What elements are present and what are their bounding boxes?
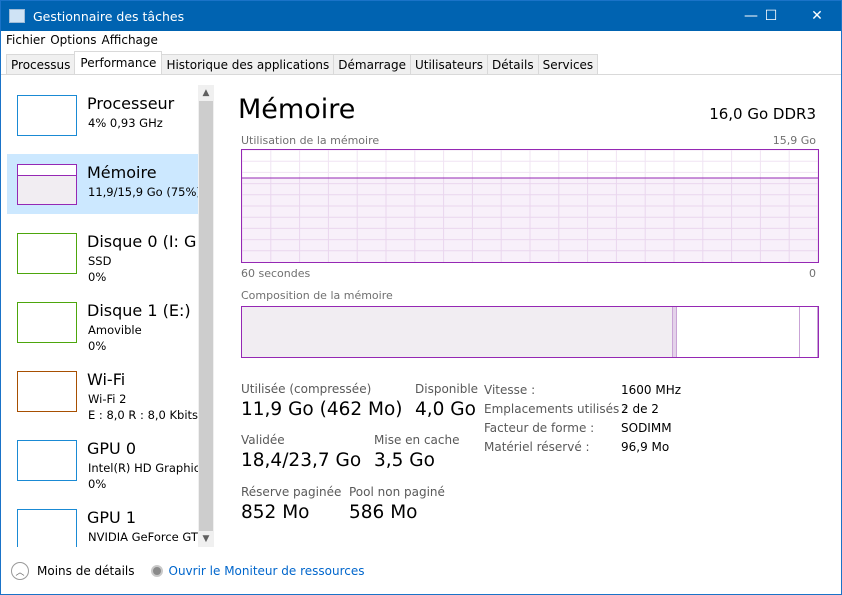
memory-usage-graph xyxy=(241,149,819,263)
stat-label: Validée xyxy=(241,433,285,447)
sidebar-item-detail: Amovible xyxy=(88,323,142,337)
sidebar-item-detail: 11,9/15,9 Go (75%) xyxy=(88,185,198,199)
resource-monitor-icon xyxy=(150,565,163,577)
stat-value: 11,9 Go (462 Mo) xyxy=(241,399,403,420)
sidebar-item-detail: NVIDIA GeForce GT 7 xyxy=(88,530,198,544)
sidebar-item-detail: Wi-Fi 2 xyxy=(88,392,127,406)
chevron-up-icon[interactable]: ︿ xyxy=(11,562,29,580)
resource-monitor-link[interactable]: Ouvrir le Moniteur de ressources xyxy=(169,564,365,578)
property-value: 2 de 2 xyxy=(621,402,659,416)
scrollbar-thumb[interactable] xyxy=(199,101,213,531)
tab-demarrage[interactable]: Démarrage xyxy=(333,54,411,75)
stat-label: Pool non paginé xyxy=(349,485,445,499)
sidebar-item[interactable]: Mémoire 11,9/15,9 Go (75%) xyxy=(7,154,198,214)
tab-bar: Processus Performance Historique des app… xyxy=(6,51,599,75)
task-manager-icon xyxy=(9,9,25,23)
tab-utilisateurs[interactable]: Utilisateurs xyxy=(409,54,488,75)
composition-in-use[interactable] xyxy=(242,307,674,357)
less-details-button[interactable]: Moins de détails xyxy=(37,564,135,578)
sidebar-item[interactable]: Wi-Fi Wi-Fi 2 E : 8,0 R : 8,0 Kbits/s xyxy=(7,361,198,422)
stat-label: Réserve paginée xyxy=(241,485,342,499)
title-bar: Gestionnaire des tâches — ☐ ✕ xyxy=(1,1,841,31)
task-manager-window: Gestionnaire des tâches — ☐ ✕ Fichier Op… xyxy=(0,0,842,595)
usage-max: 15,9 Go xyxy=(772,134,816,147)
property-label: Vitesse : xyxy=(484,383,536,397)
sidebar-item-name: GPU 1 xyxy=(87,508,137,527)
menu-options[interactable]: Options xyxy=(50,31,96,50)
stat-label: Utilisée (compressée) xyxy=(241,382,372,396)
stat-value: 18,4/23,7 Go xyxy=(241,450,362,471)
footer: ︿ Moins de détails Ouvrir le Moniteur de… xyxy=(11,562,365,580)
sidebar-item-name: Disque 0 (I: G: C xyxy=(87,232,198,251)
sidebar-item-value: E : 8,0 R : 8,0 Kbits/s xyxy=(88,408,198,422)
sidebar-item-name: Processeur xyxy=(87,94,175,113)
memory-composition-bar[interactable] xyxy=(241,306,819,358)
sidebar-item[interactable]: Processeur 4% 0,93 GHz xyxy=(7,85,198,145)
thumbnail-graph xyxy=(17,233,77,274)
memory-spec: 16,0 Go DDR3 xyxy=(709,105,816,123)
sidebar-item-detail: SSD xyxy=(88,254,112,268)
thumbnail-graph xyxy=(17,95,77,136)
tab-historique[interactable]: Historique des applications xyxy=(161,54,335,75)
menu-fichier[interactable]: Fichier xyxy=(6,31,45,50)
tab-performance[interactable]: Performance xyxy=(74,51,163,74)
property-label: Matériel réservé : xyxy=(484,440,590,454)
usage-area xyxy=(242,178,818,262)
composition-standby[interactable] xyxy=(676,307,800,357)
scroll-up-icon[interactable]: ▲ xyxy=(198,85,214,101)
sidebar-item-value: 0% xyxy=(88,546,106,547)
sidebar-item-value: 0% xyxy=(88,477,107,491)
stat-value: 3,5 Go xyxy=(374,450,435,471)
close-button[interactable]: ✕ xyxy=(794,1,840,31)
resource-list: Processeur 4% 0,93 GHz Mémoire 11,9/15,9… xyxy=(7,85,198,547)
sidebar-item[interactable]: Disque 0 (I: G: C SSD 0% xyxy=(7,223,198,284)
sidebar-item-value: 0% xyxy=(88,339,107,353)
thumbnail-graph xyxy=(17,509,77,547)
sidebar-item-name: Disque 1 (E:) xyxy=(87,301,191,320)
sidebar-item[interactable]: Disque 1 (E:) Amovible 0% xyxy=(7,292,198,353)
tab-processus[interactable]: Processus xyxy=(6,54,76,75)
sidebar-item-name: GPU 0 xyxy=(87,439,137,458)
tab-details[interactable]: Détails xyxy=(486,54,539,75)
sidebar-item[interactable]: GPU 0 Intel(R) HD Graphics 0% xyxy=(7,430,198,491)
property-value: 1600 MHz xyxy=(621,383,682,397)
menu-bar: Fichier Options Affichage xyxy=(1,31,841,50)
sidebar-item-detail: Intel(R) HD Graphics xyxy=(88,461,198,475)
sidebar-scrollbar[interactable]: ▲ ▼ xyxy=(198,85,214,547)
window-title: Gestionnaire des tâches xyxy=(33,8,185,24)
thumbnail-graph xyxy=(17,440,77,481)
sidebar-item-name: Wi-Fi xyxy=(87,370,126,389)
sidebar-item-value: 0% xyxy=(88,270,107,284)
time-left-label: 60 secondes xyxy=(241,267,311,280)
usage-label: Utilisation de la mémoire xyxy=(241,134,380,147)
stat-label: Mise en cache xyxy=(374,433,460,447)
menu-affichage[interactable]: Affichage xyxy=(102,31,158,50)
thumbnail-graph xyxy=(17,302,77,343)
maximize-button[interactable]: ☐ xyxy=(748,1,794,31)
sidebar-item[interactable]: GPU 1 NVIDIA GeForce GT 7 0% xyxy=(7,499,198,547)
tab-services[interactable]: Services xyxy=(537,54,599,75)
page-title: Mémoire xyxy=(238,94,356,125)
time-right-label: 0 xyxy=(809,267,816,280)
property-value: SODIMM xyxy=(621,421,672,435)
thumbnail-graph xyxy=(17,164,77,205)
composition-label: Composition de la mémoire xyxy=(241,289,393,302)
composition-free[interactable] xyxy=(799,307,818,357)
sidebar-item-detail: 4% 0,93 GHz xyxy=(88,116,163,130)
property-label: Facteur de forme : xyxy=(484,421,595,435)
stat-value: 4,0 Go xyxy=(415,399,476,420)
scroll-down-icon[interactable]: ▼ xyxy=(198,531,214,547)
property-label: Emplacements utilisés : xyxy=(484,402,628,416)
property-value: 96,9 Mo xyxy=(621,440,670,454)
stat-value: 586 Mo xyxy=(349,502,418,523)
thumbnail-graph xyxy=(17,371,77,412)
stat-label: Disponible xyxy=(415,382,479,396)
stat-value: 852 Mo xyxy=(241,502,310,523)
sidebar-item-name: Mémoire xyxy=(87,163,157,182)
